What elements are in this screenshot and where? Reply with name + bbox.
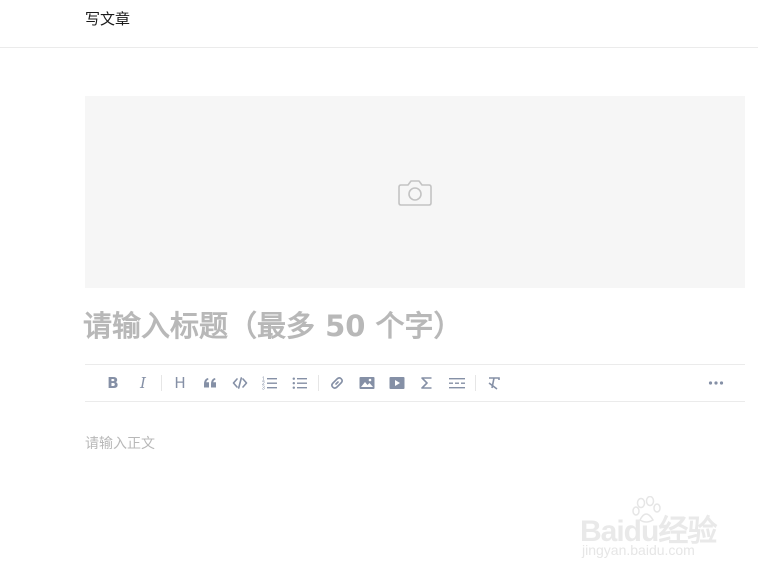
body-input[interactable]: 请输入正文	[85, 434, 745, 458]
title-input[interactable]	[83, 302, 743, 350]
code-icon	[232, 377, 248, 389]
clear-format-icon	[488, 377, 500, 390]
formula-icon	[421, 377, 432, 389]
clear-format-button[interactable]	[483, 373, 505, 393]
divider-icon	[449, 378, 465, 389]
italic-button[interactable]: I	[132, 373, 154, 393]
link-button[interactable]	[326, 373, 348, 393]
video-icon	[389, 377, 405, 389]
italic-icon: I	[140, 374, 146, 392]
heading-button[interactable]: H	[169, 373, 191, 393]
camera-icon	[398, 180, 432, 206]
body-placeholder: 请输入正文	[85, 436, 155, 452]
formula-button[interactable]	[416, 373, 438, 393]
more-button[interactable]	[705, 373, 727, 393]
svg-text:3: 3	[262, 386, 265, 392]
link-icon	[331, 377, 343, 389]
toolbar-divider	[475, 375, 476, 391]
quote-icon	[204, 378, 216, 388]
divider-button[interactable]	[446, 373, 468, 393]
toolbar-divider	[161, 375, 162, 391]
quote-button[interactable]	[199, 373, 221, 393]
toolbar-divider	[318, 375, 319, 391]
unordered-list-button[interactable]	[289, 373, 311, 393]
editor-toolbar: B I H 1 2 3	[85, 364, 745, 402]
watermark-url: jingyan.baidu.com	[582, 542, 695, 558]
unordered-list-icon	[292, 377, 307, 389]
image-icon	[359, 377, 375, 389]
video-button[interactable]	[386, 373, 408, 393]
cover-image-upload[interactable]	[85, 96, 745, 288]
editor-page: 写文章 B I H	[0, 0, 758, 580]
ordered-list-button[interactable]: 1 2 3	[259, 373, 281, 393]
page-title: 写文章	[85, 10, 131, 28]
code-button[interactable]	[229, 373, 251, 393]
bold-icon: B	[107, 374, 119, 392]
baidu-watermark: Baidu经验 jingyan.baidu.com	[580, 496, 730, 566]
page-header: 写文章	[0, 0, 758, 48]
ordered-list-icon: 1 2 3	[262, 377, 277, 392]
more-icon	[708, 381, 724, 385]
image-button[interactable]	[356, 373, 378, 393]
heading-icon: H	[174, 374, 186, 392]
bold-button[interactable]: B	[102, 373, 124, 393]
